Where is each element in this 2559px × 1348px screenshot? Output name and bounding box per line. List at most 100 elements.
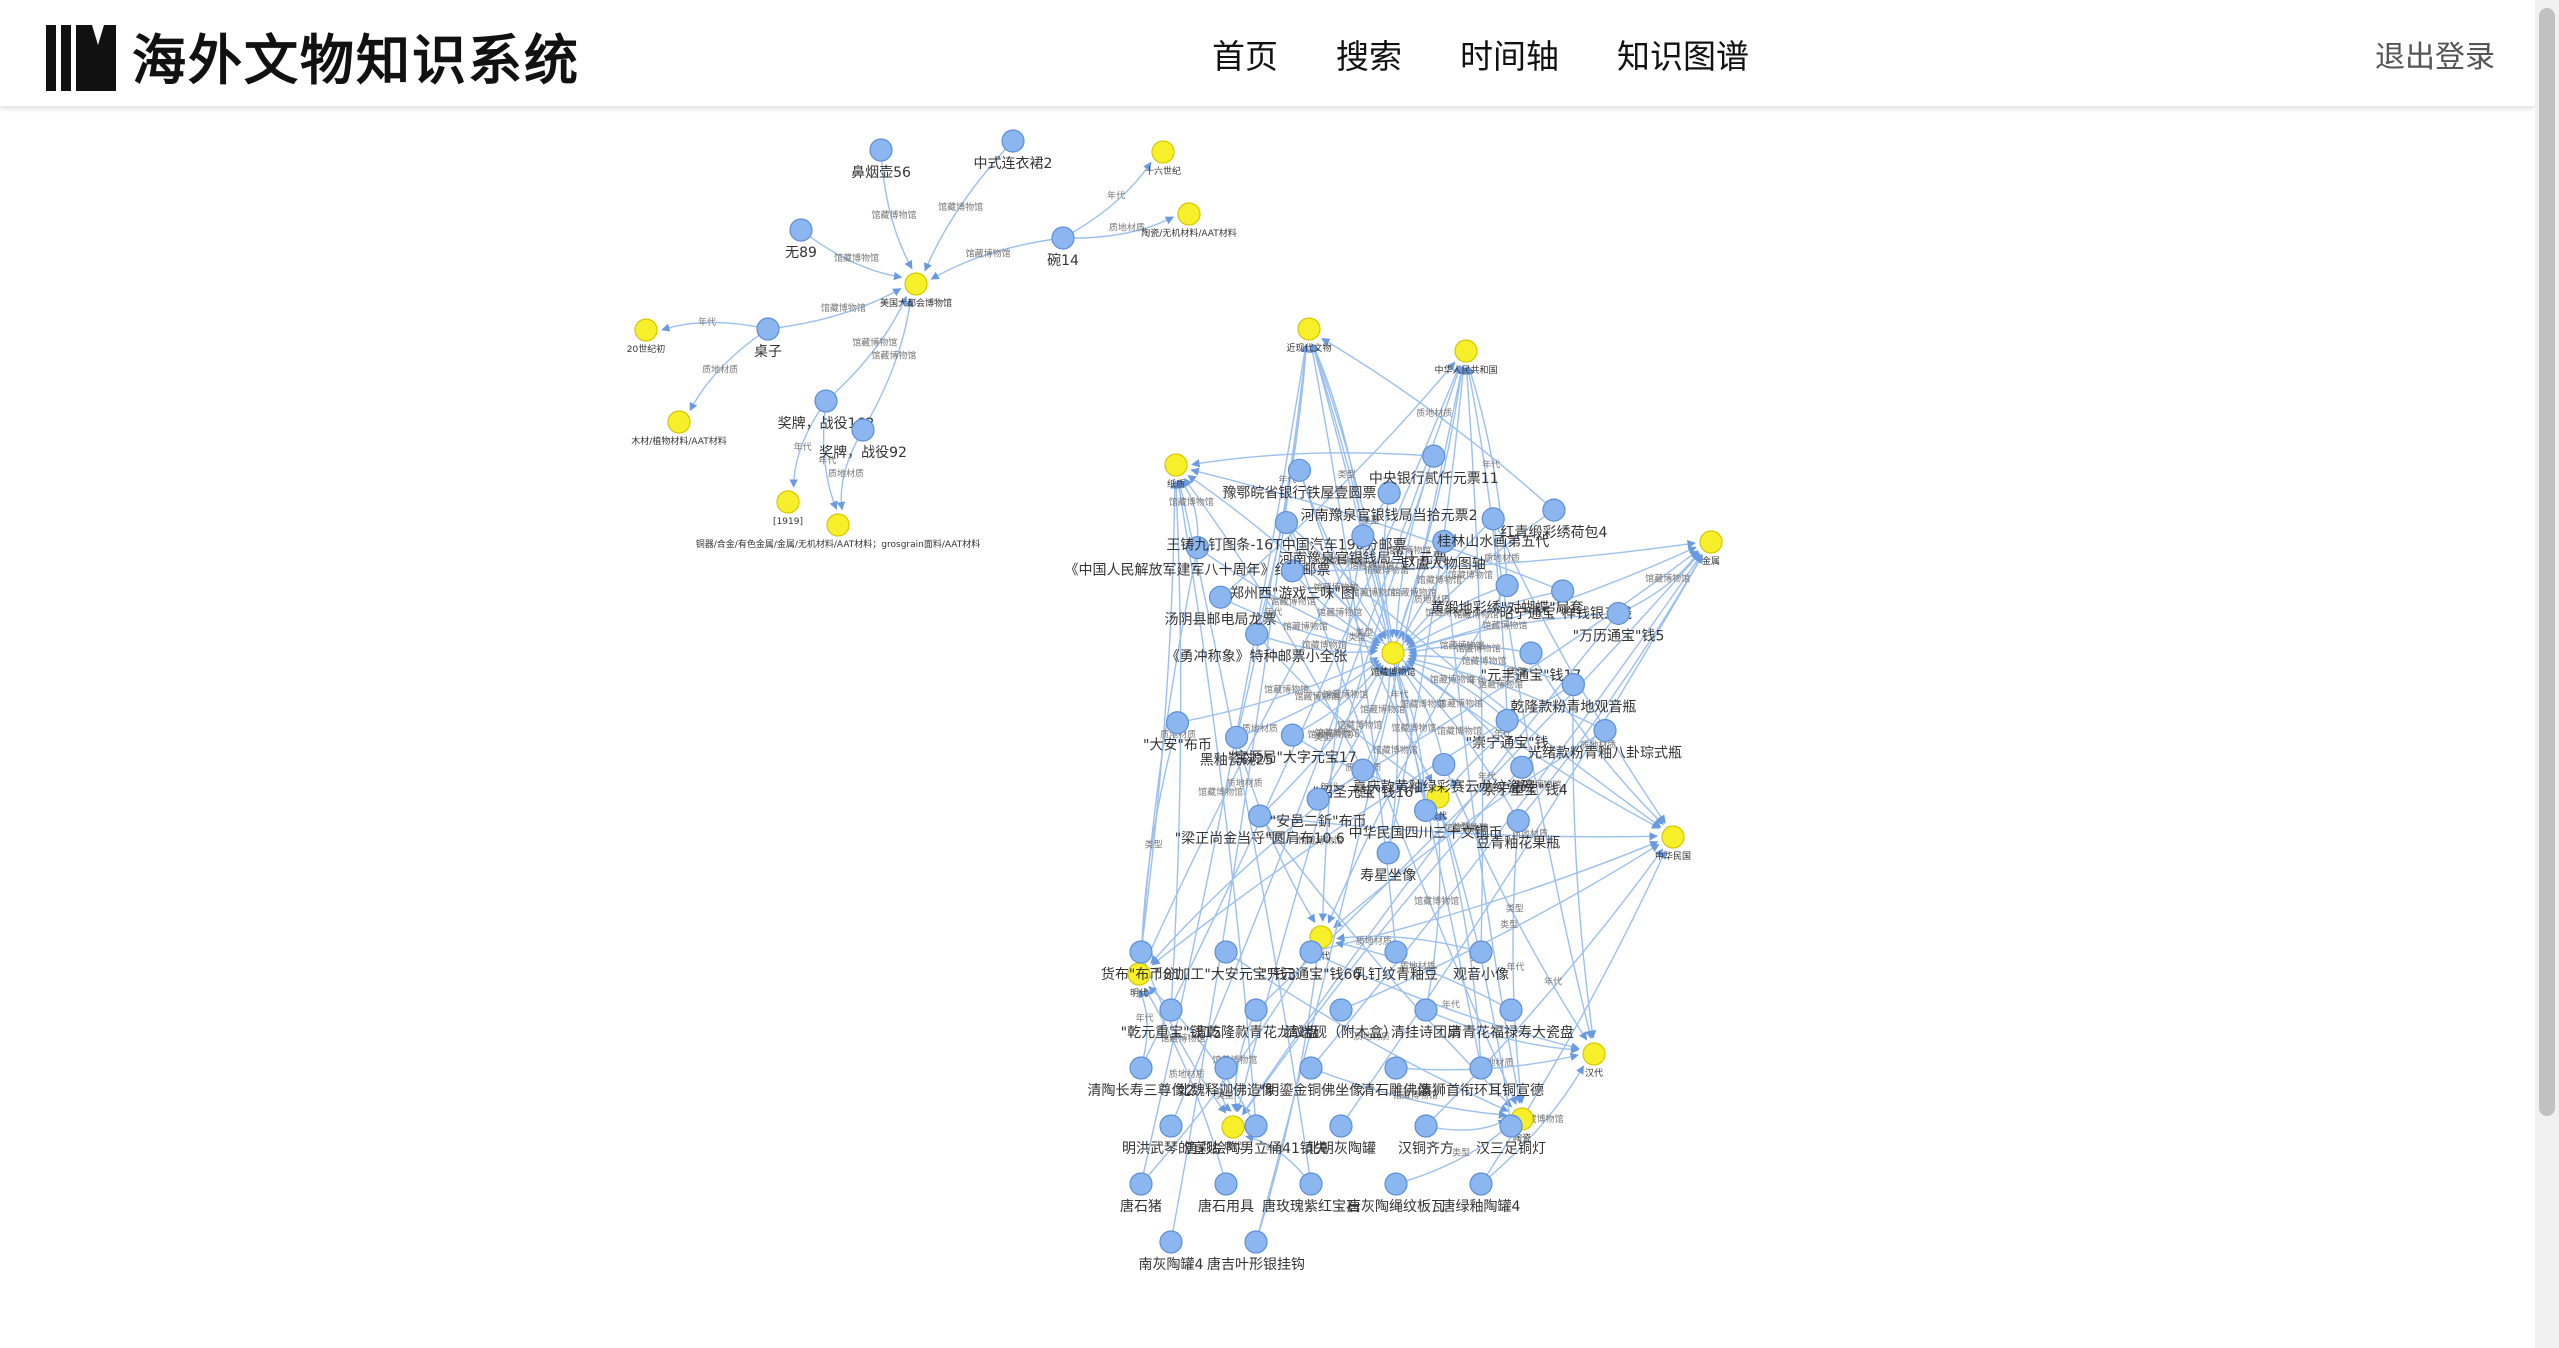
entity-node[interactable] bbox=[1159, 998, 1183, 1022]
entity-node[interactable] bbox=[1469, 1172, 1493, 1196]
entity-node[interactable] bbox=[1422, 444, 1446, 468]
entity-node[interactable] bbox=[1510, 755, 1534, 779]
graph-node-label: 唐灰陶绳纹板瓦 bbox=[1347, 1198, 1445, 1215]
entity-node[interactable] bbox=[1593, 718, 1617, 743]
entity-node[interactable] bbox=[1495, 708, 1519, 733]
entity-node[interactable] bbox=[1159, 1230, 1183, 1254]
attribute-node[interactable] bbox=[904, 272, 928, 296]
entity-node[interactable] bbox=[1495, 573, 1519, 598]
entity-node[interactable] bbox=[1506, 809, 1530, 833]
attribute-node[interactable] bbox=[1582, 1042, 1606, 1066]
entity-node[interactable] bbox=[869, 138, 893, 162]
attribute-node[interactable] bbox=[1381, 641, 1405, 665]
entity-node[interactable] bbox=[789, 218, 813, 242]
entity-node[interactable] bbox=[1329, 998, 1353, 1022]
graph-node-label: 桌子 bbox=[754, 344, 782, 360]
entity-node[interactable] bbox=[1384, 1056, 1408, 1080]
museum-icon bbox=[46, 24, 116, 91]
entity-node[interactable] bbox=[1376, 841, 1400, 865]
graph-edge-label: 质地材质 bbox=[702, 363, 738, 375]
entity-node[interactable] bbox=[1129, 940, 1153, 964]
entity-node[interactable] bbox=[1129, 1056, 1153, 1080]
entity-node[interactable] bbox=[1159, 1114, 1183, 1138]
entity-node[interactable] bbox=[1432, 752, 1456, 777]
entity-node[interactable] bbox=[1299, 1172, 1323, 1196]
graph-node-label: 汉铜齐方 bbox=[1398, 1141, 1454, 1157]
entity-node[interactable] bbox=[1225, 725, 1249, 749]
entity-node[interactable] bbox=[1551, 579, 1575, 603]
graph-node-label: 汉三足铜灯 bbox=[1476, 1141, 1546, 1157]
entity-node[interactable] bbox=[1384, 940, 1408, 964]
attribute-node[interactable] bbox=[634, 318, 658, 342]
entity-node[interactable] bbox=[1051, 226, 1075, 250]
entity-node[interactable] bbox=[1001, 129, 1025, 153]
entity-node[interactable] bbox=[1214, 1056, 1238, 1080]
entity-node[interactable] bbox=[1499, 1114, 1523, 1138]
entity-node[interactable] bbox=[1469, 940, 1493, 964]
entity-node[interactable] bbox=[1280, 723, 1305, 747]
entity-node[interactable] bbox=[1299, 940, 1323, 964]
entity-node[interactable] bbox=[1244, 998, 1268, 1022]
attribute-node[interactable] bbox=[826, 513, 850, 537]
entity-node[interactable] bbox=[1414, 998, 1438, 1022]
knowledge-graph[interactable]: 馆藏博物馆馆藏博物馆馆藏博物馆 馆藏博物馆馆藏博物馆馆藏博物馆馆藏博物馆年代质地材… bbox=[36, 107, 2501, 1348]
entity-node[interactable] bbox=[1351, 524, 1375, 548]
site-logo[interactable]: 海外文物知识系统 bbox=[46, 16, 580, 95]
entity-node[interactable] bbox=[1287, 458, 1312, 482]
graph-edge-label: 类型 bbox=[1500, 919, 1518, 931]
entity-node[interactable] bbox=[1519, 641, 1543, 665]
entity-node[interactable] bbox=[1214, 940, 1238, 964]
entity-node[interactable] bbox=[1274, 510, 1299, 535]
entity-node[interactable] bbox=[1561, 673, 1585, 697]
entity-node[interactable] bbox=[1214, 1172, 1238, 1196]
attribute-node[interactable] bbox=[1699, 530, 1723, 554]
logout-link[interactable]: 退出登录 bbox=[2375, 32, 2495, 76]
attribute-node[interactable] bbox=[776, 490, 800, 514]
graph-node-label: 20世纪初 bbox=[627, 343, 665, 355]
scrollbar-thumb[interactable] bbox=[2539, 8, 2555, 1116]
entity-node[interactable] bbox=[1384, 1172, 1408, 1196]
graph-node-label: 乳钉纹青釉豆 bbox=[1354, 967, 1438, 983]
entity-node[interactable] bbox=[1469, 1056, 1493, 1080]
graph-edge-label: 馆藏博物馆 bbox=[1373, 744, 1418, 756]
nav-search[interactable]: 搜索 bbox=[1336, 30, 1402, 78]
graph-node-label: 唐绿釉陶罐4 bbox=[1442, 1198, 1521, 1215]
nav-home[interactable]: 首页 bbox=[1212, 30, 1278, 78]
attribute-node[interactable] bbox=[1297, 317, 1321, 341]
entity-node[interactable] bbox=[1208, 585, 1233, 609]
entity-node[interactable] bbox=[1129, 1172, 1153, 1196]
entity-node[interactable] bbox=[1299, 1056, 1323, 1080]
attribute-node[interactable] bbox=[1177, 202, 1201, 226]
graph-edge-label: 年代 bbox=[1107, 190, 1125, 202]
site-title: 海外文物知识系统 bbox=[132, 29, 580, 92]
nav-timeline[interactable]: 时间轴 bbox=[1460, 30, 1559, 78]
entity-node[interactable] bbox=[1306, 787, 1330, 811]
entity-node[interactable] bbox=[1165, 711, 1190, 735]
entity-node[interactable] bbox=[1244, 1114, 1268, 1138]
entity-node[interactable] bbox=[814, 389, 838, 413]
attribute-node[interactable] bbox=[1164, 453, 1188, 477]
page-scrollbar[interactable] bbox=[2535, 0, 2559, 1348]
attribute-node[interactable] bbox=[667, 410, 691, 434]
nav-knowledge-graph[interactable]: 知识图谱 bbox=[1617, 30, 1749, 78]
entity-node[interactable] bbox=[1413, 798, 1438, 823]
graph-node-label: 中华民国 bbox=[1655, 850, 1691, 862]
entity-node[interactable] bbox=[1414, 1114, 1438, 1138]
attribute-node[interactable] bbox=[1151, 140, 1175, 164]
attribute-node[interactable] bbox=[1221, 1115, 1245, 1139]
graph-node-label: 明代 bbox=[1130, 988, 1148, 999]
attribute-node[interactable] bbox=[1454, 339, 1478, 363]
entity-node[interactable] bbox=[851, 418, 875, 442]
attribute-node[interactable] bbox=[1661, 825, 1685, 849]
entity-node[interactable] bbox=[756, 317, 780, 341]
entity-node[interactable] bbox=[1606, 601, 1631, 626]
entity-node[interactable] bbox=[1248, 804, 1272, 828]
entity-node[interactable] bbox=[1542, 498, 1566, 522]
entity-node[interactable] bbox=[1244, 1230, 1268, 1254]
graph-node-label: 陶瓷/无机材料/AAT材料 bbox=[1141, 227, 1236, 239]
knowledge-graph-canvas[interactable]: 馆藏博物馆 馆藏博物馆 馆藏博物馆 馆藏博物馆 馆藏博物馆 馆藏博物馆 馆藏博物馆 年代 质地材… bbox=[36, 107, 2501, 1348]
entity-node[interactable] bbox=[1329, 1114, 1353, 1138]
graph-edge-label: 馆藏博物馆 bbox=[1264, 683, 1309, 695]
graph-node-label: 汉代 bbox=[1585, 1068, 1603, 1079]
entity-node[interactable] bbox=[1499, 998, 1523, 1022]
